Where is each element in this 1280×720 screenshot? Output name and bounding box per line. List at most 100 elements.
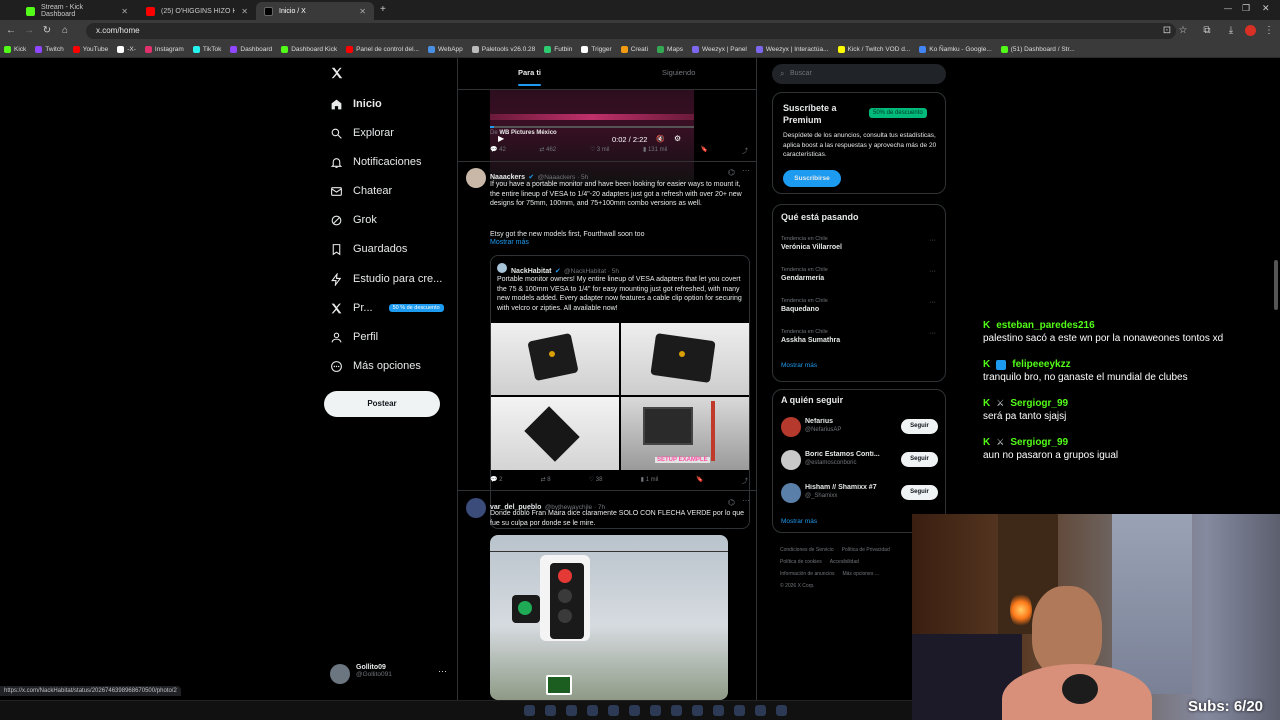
avatar[interactable] xyxy=(781,450,801,470)
more-icon[interactable]: ··· xyxy=(742,496,750,505)
bookmark-item[interactable]: Kick xyxy=(4,46,26,53)
chat-username[interactable]: Sergiogr_99 xyxy=(1010,398,1068,409)
bookmark-item[interactable]: Paletools v26.0.28 xyxy=(471,46,535,53)
follow-suggestion[interactable]: Boric Estamos Conti... @estamosconboric xyxy=(805,451,895,466)
views-button[interactable]: ▮ 131 mil xyxy=(643,146,667,155)
x-logo-icon[interactable] xyxy=(330,66,344,80)
trends-show-more[interactable]: Mostrar más xyxy=(781,362,817,369)
reply-button[interactable]: 💬 2 xyxy=(490,476,502,485)
chat-username[interactable]: esteban_paredes216 xyxy=(996,320,1094,331)
home-browser-icon[interactable]: ⌂ xyxy=(58,24,72,38)
sidebar-item-7[interactable]: Estudio para cre... xyxy=(330,267,442,291)
close-icon[interactable]: ✕ xyxy=(241,7,248,16)
tab-following[interactable]: Siguiendo xyxy=(662,68,695,77)
browser-tab-youtube[interactable]: (25) O'HIGGINS HIZO HISTORIA ✕ xyxy=(138,2,256,20)
close-icon[interactable]: ✕ xyxy=(121,7,128,16)
trend-item[interactable]: Tendencia en Chile Asskha Sumathra xyxy=(781,329,939,344)
bookmark-item[interactable]: Dashboard Kick xyxy=(281,46,337,53)
chat-username[interactable]: Sergiogr_99 xyxy=(1010,437,1068,448)
like-button[interactable]: ♡ 3 mil xyxy=(590,146,610,155)
follow-suggestion[interactable]: Nefarius @NefariusAP xyxy=(805,418,895,433)
scrollbar-thumb[interactable] xyxy=(1274,260,1278,310)
more-icon[interactable]: ··· xyxy=(929,237,936,244)
follow-suggestion[interactable]: Hisham // Shamixx #7 @_Shamixx xyxy=(805,484,895,499)
reload-icon[interactable]: ↻ xyxy=(40,24,54,38)
install-icon[interactable]: ⊡ xyxy=(1160,24,1174,38)
search-input[interactable]: ⌕ Buscar xyxy=(772,64,946,84)
sidebar-item-8[interactable]: Pr... 50 % de descuento xyxy=(330,296,444,320)
sidebar-item-10[interactable]: Más opciones xyxy=(330,354,421,378)
chrome-icon[interactable] xyxy=(692,705,703,716)
bookmark-item[interactable]: Maps xyxy=(657,46,683,53)
subscribe-button[interactable]: Suscribirse xyxy=(783,170,841,187)
bookmark-item[interactable]: Instagram xyxy=(144,46,184,53)
settings-icon[interactable]: ⚙ xyxy=(674,134,681,143)
bookmark-item[interactable]: TikTok xyxy=(192,46,221,53)
media-image[interactable] xyxy=(621,323,749,395)
more-icon[interactable]: ··· xyxy=(438,666,447,676)
more-icon[interactable]: ··· xyxy=(929,268,936,275)
retweet-button[interactable]: ⇄ 462 xyxy=(539,146,556,155)
trend-item[interactable]: Tendencia en Chile Verónica Villarroel xyxy=(781,236,939,251)
more-icon[interactable]: ··· xyxy=(929,330,936,337)
avatar[interactable] xyxy=(466,498,486,518)
window-close-icon[interactable]: ✕ xyxy=(1262,3,1270,14)
follow-button[interactable]: Seguir xyxy=(901,419,938,434)
bookmark-item[interactable]: Futbin xyxy=(544,46,572,53)
avatar[interactable] xyxy=(781,417,801,437)
bookmark-item[interactable]: Twitch xyxy=(35,46,64,53)
more-icon[interactable]: ··· xyxy=(929,299,936,306)
sidebar-item-3[interactable]: Notificaciones xyxy=(330,150,421,174)
bookmark-icon[interactable]: 🔖 xyxy=(701,146,708,155)
sidebar-item-9[interactable]: Perfil xyxy=(330,325,378,349)
avatar[interactable] xyxy=(330,664,350,684)
footer-link[interactable]: Política de Privacidad xyxy=(842,547,890,553)
grok-icon[interactable]: ⌬ xyxy=(728,498,735,507)
minimize-icon[interactable]: — xyxy=(1224,4,1232,13)
media-image[interactable]: SETUP EXAMPLE xyxy=(621,397,749,470)
chat-username[interactable]: felipeeeykzz xyxy=(1012,359,1070,370)
footer-link[interactable]: © 2026 X Corp. xyxy=(780,583,815,589)
bookmark-icon[interactable]: 🔖 xyxy=(696,476,703,485)
url-field[interactable]: x.com/home xyxy=(86,23,1176,39)
browser-tab-kick[interactable]: Stream - Kick Dashboard ✕ xyxy=(18,2,136,20)
footer-link[interactable]: Más opciones ... xyxy=(842,571,878,577)
share-icon[interactable]: ⤴ xyxy=(742,476,748,485)
sidebar-item-6[interactable]: Guardados xyxy=(330,237,407,261)
post-button[interactable]: Postear xyxy=(324,391,440,417)
footer-link[interactable]: Accesibilidad xyxy=(830,559,859,565)
account-switcher[interactable]: Gollito09 @Gollito091 xyxy=(356,664,392,678)
star-icon[interactable]: ☆ xyxy=(1176,24,1190,38)
spotify-icon[interactable] xyxy=(734,705,745,716)
sidebar-item-4[interactable]: Chatear xyxy=(330,179,392,203)
settings-icon[interactable] xyxy=(776,705,787,716)
follow-button[interactable]: Seguir xyxy=(901,485,938,500)
share-icon[interactable]: ⤴ xyxy=(742,146,748,155)
bookmark-item[interactable]: YouTube xyxy=(72,46,108,53)
avatar[interactable] xyxy=(781,483,801,503)
sidebar-item-5[interactable]: Grok xyxy=(330,208,377,232)
follow-button[interactable]: Seguir xyxy=(901,452,938,467)
trend-item[interactable]: Tendencia en Chile Baquedano xyxy=(781,298,939,313)
x-icon[interactable] xyxy=(608,705,619,716)
search-icon[interactable] xyxy=(545,705,556,716)
footer-link[interactable]: Información de anuncios xyxy=(780,571,834,577)
bookmark-item[interactable]: Panel de control del... xyxy=(346,46,419,53)
menu-icon[interactable]: ⋮ xyxy=(1262,24,1276,38)
avatar[interactable] xyxy=(466,168,486,188)
media-image[interactable] xyxy=(490,535,728,700)
tab-for-you[interactable]: Para ti xyxy=(518,68,541,86)
bookmark-item[interactable]: WebApp xyxy=(427,46,463,53)
profile-avatar[interactable] xyxy=(1245,25,1256,36)
footer-link[interactable]: Política de cookies xyxy=(780,559,822,565)
sidebar-item-1[interactable]: Inicio xyxy=(330,92,382,116)
browser-tab-x[interactable]: Inicio / X ✕ xyxy=(256,2,374,20)
footer-link[interactable]: Condiciones de Servicio xyxy=(780,547,834,553)
reply-button[interactable]: 💬 42 xyxy=(490,146,506,155)
discord-icon[interactable] xyxy=(629,705,640,716)
follow-show-more[interactable]: Mostrar más xyxy=(781,518,817,525)
windows-icon[interactable] xyxy=(524,705,535,716)
bookmark-item[interactable]: Creati xyxy=(620,46,648,53)
bookmark-item[interactable]: Kick / Twitch VOD d... xyxy=(837,46,910,53)
more-icon[interactable]: ··· xyxy=(742,166,750,175)
